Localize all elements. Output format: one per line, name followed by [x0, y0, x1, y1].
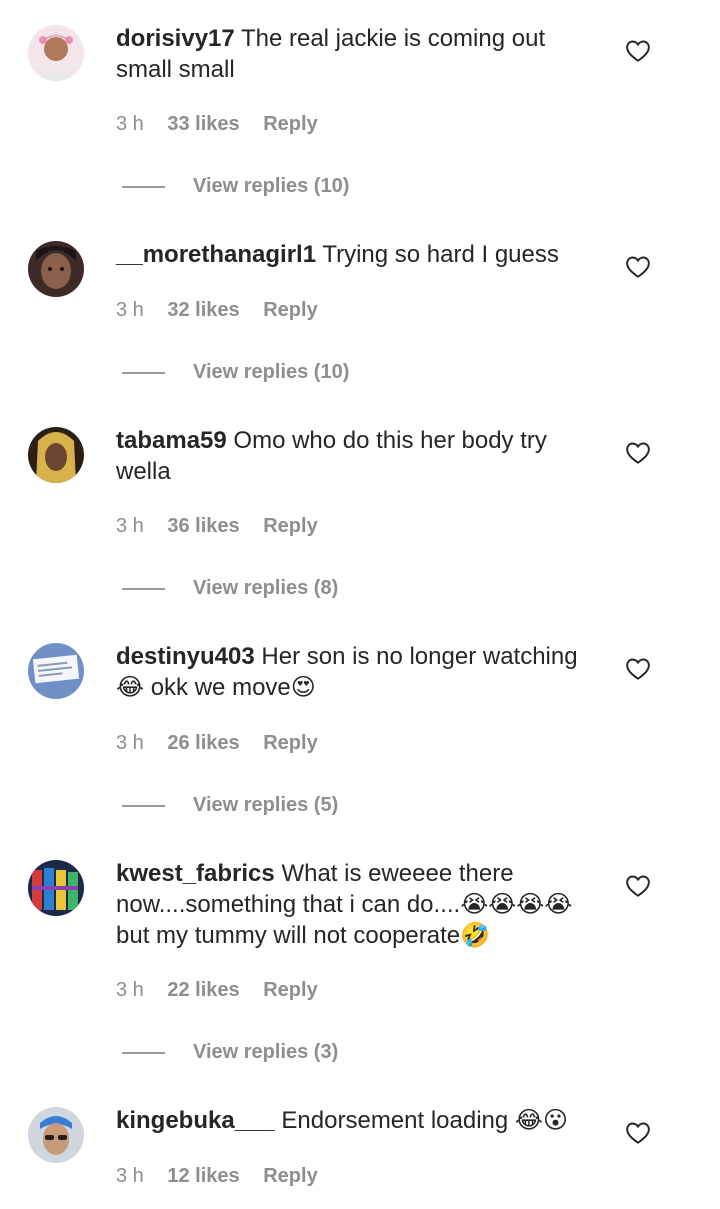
divider — [122, 804, 165, 807]
heart-icon[interactable] — [625, 39, 651, 63]
likes-count[interactable]: 22 likes — [167, 979, 239, 1001]
heart-icon[interactable] — [625, 255, 651, 279]
username[interactable]: kingebuka___ — [116, 1107, 275, 1134]
divider — [122, 185, 165, 188]
reply-button[interactable]: Reply — [263, 113, 317, 135]
view-replies-label: View replies (10) — [193, 175, 350, 197]
divider — [122, 1051, 165, 1054]
reply-button[interactable]: Reply — [263, 299, 317, 321]
timestamp: 3 h — [116, 299, 144, 321]
username[interactable]: __morethanagirl1 — [116, 241, 316, 268]
comment-text: destinyu403 Her son is no longer watchin… — [116, 641, 596, 703]
reply-button[interactable]: Reply — [263, 515, 317, 537]
likes-count[interactable]: 33 likes — [167, 113, 239, 135]
likes-count[interactable]: 32 likes — [167, 299, 239, 321]
reply-button[interactable]: Reply — [263, 732, 317, 754]
avatar[interactable] — [28, 25, 84, 81]
avatar[interactable] — [28, 643, 84, 699]
comment-meta: 3 h 22 likes Reply — [116, 979, 336, 1002]
likes-count[interactable]: 26 likes — [167, 732, 239, 754]
avatar[interactable] — [28, 860, 84, 916]
heart-icon[interactable] — [625, 1121, 651, 1145]
username[interactable]: tabama59 — [116, 427, 227, 454]
timestamp: 3 h — [116, 1165, 144, 1187]
avatar[interactable] — [28, 427, 84, 483]
likes-count[interactable]: 36 likes — [167, 515, 239, 537]
timestamp: 3 h — [116, 515, 144, 537]
likes-count[interactable]: 12 likes — [167, 1165, 239, 1187]
divider — [122, 371, 165, 374]
comment-text: __morethanagirl1 Trying so hard I guess — [116, 239, 596, 270]
heart-icon[interactable] — [625, 874, 651, 898]
view-replies-button[interactable]: View replies (10) — [122, 361, 349, 384]
comment-text: tabama59 Omo who do this her body try we… — [116, 425, 596, 487]
comment-body: Trying so hard I guess — [322, 241, 559, 268]
comment-meta: 3 h 12 likes Reply — [116, 1165, 336, 1188]
comment-text: kwest_fabrics What is eweeee there now..… — [116, 858, 596, 951]
comment-meta: 3 h 26 likes Reply — [116, 732, 336, 755]
comment-text: dorisivy17 The real jackie is coming out… — [116, 23, 596, 85]
view-replies-label: View replies (8) — [193, 577, 339, 599]
timestamp: 3 h — [116, 113, 144, 135]
comment-meta: 3 h 36 likes Reply — [116, 515, 336, 538]
avatar[interactable] — [28, 1107, 84, 1163]
reply-button[interactable]: Reply — [263, 1165, 317, 1187]
divider — [122, 587, 165, 590]
timestamp: 3 h — [116, 732, 144, 754]
view-replies-button[interactable]: View replies (3) — [122, 1041, 338, 1064]
view-replies-label: View replies (5) — [193, 794, 339, 816]
comment-text: kingebuka___ Endorsement loading 😂😮 — [116, 1105, 596, 1136]
view-replies-button[interactable]: View replies (8) — [122, 577, 338, 600]
avatar[interactable] — [28, 241, 84, 297]
timestamp: 3 h — [116, 979, 144, 1001]
view-replies-button[interactable]: View replies (10) — [122, 175, 349, 198]
comment-meta: 3 h 33 likes Reply — [116, 113, 336, 136]
comment-body: Endorsement loading 😂😮 — [281, 1107, 568, 1134]
view-replies-label: View replies (3) — [193, 1041, 339, 1063]
heart-icon[interactable] — [625, 441, 651, 465]
comment-meta: 3 h 32 likes Reply — [116, 299, 336, 322]
view-replies-button[interactable]: View replies (5) — [122, 794, 338, 817]
heart-icon[interactable] — [625, 657, 651, 681]
reply-button[interactable]: Reply — [263, 979, 317, 1001]
username[interactable]: kwest_fabrics — [116, 860, 275, 887]
username[interactable]: dorisivy17 — [116, 25, 235, 52]
view-replies-label: View replies (10) — [193, 361, 350, 383]
username[interactable]: destinyu403 — [116, 643, 255, 670]
